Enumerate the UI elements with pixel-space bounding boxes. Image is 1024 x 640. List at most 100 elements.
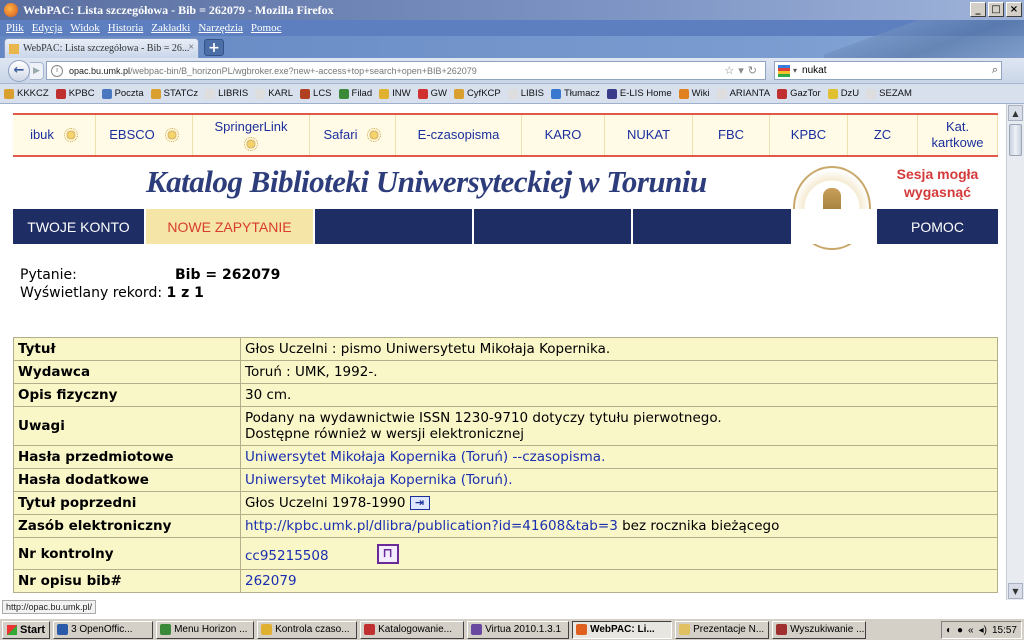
bookmark-filad[interactable]: Filad — [338, 88, 372, 99]
menu-view[interactable]: Widok — [70, 22, 100, 34]
link-karo[interactable]: KARO — [522, 115, 605, 155]
bookmark-arianta[interactable]: ARIANTA — [716, 88, 770, 99]
control-number-link[interactable]: cc95215508 — [245, 548, 329, 564]
bookmark-kkkcz[interactable]: KKKCZ — [4, 88, 49, 99]
link-nukat[interactable]: NUKAT — [605, 115, 693, 155]
app-icon — [160, 624, 172, 635]
nav-empty-slot — [315, 209, 474, 244]
taskbar-task[interactable]: Prezentacje N... — [675, 620, 770, 639]
tab-close-icon[interactable]: × — [188, 42, 194, 53]
scroll-down-icon[interactable]: ▼ — [1008, 583, 1023, 599]
menu-edit[interactable]: Edycja — [32, 22, 63, 34]
firefox-icon — [4, 3, 18, 17]
bookmark-libris[interactable]: LIBRIS — [205, 88, 248, 99]
tray-arrow-icon[interactable]: « — [968, 625, 974, 636]
bookmark-lcs[interactable]: LCS — [300, 88, 332, 99]
bookmark-icon — [678, 88, 689, 99]
tab-new-query[interactable]: NOWE ZAPYTANIE — [146, 209, 315, 244]
search-input[interactable]: nukat — [802, 65, 826, 76]
link-kpbc[interactable]: KPBC — [770, 115, 848, 155]
taskbar-task[interactable]: Wyszukiwanie ... — [772, 620, 867, 639]
taskbar-task[interactable]: Kontrola czaso... — [257, 620, 358, 639]
bookmark-e-lis-home[interactable]: E-LIS Home — [606, 88, 672, 99]
vertical-scrollbar[interactable]: ▲ ▼ — [1006, 104, 1024, 600]
query-label: Pytanie: — [20, 267, 77, 283]
subject-link[interactable]: Uniwersytet Mikołaja Kopernika (Toruń) -… — [245, 449, 605, 465]
bookmark-t-umacz[interactable]: Tłumacz — [550, 88, 600, 99]
menu-file[interactable]: Plik — [6, 22, 24, 34]
bookmark-kpbc[interactable]: KPBC — [55, 88, 95, 99]
arrow-right-icon[interactable]: ⇥ — [409, 496, 430, 510]
search-box[interactable]: ▾ nukat ⌕ — [774, 61, 1002, 80]
previous-title: Głos Uczelni 1978-1990 — [245, 495, 406, 511]
close-button[interactable]: × — [1006, 2, 1022, 17]
eresource-link[interactable]: http://kpbc.umk.pl/dlibra/publication?id… — [245, 518, 618, 534]
link-ibuk[interactable]: ibuk — [13, 115, 96, 155]
nav-seal-gap — [793, 209, 876, 244]
menu-help[interactable]: Pomoc — [251, 22, 282, 34]
scroll-thumb[interactable] — [1009, 124, 1022, 156]
browser-tab[interactable]: WebPAC: Lista szczegółowa - Bib = 26... … — [4, 38, 199, 58]
bookmark-sezam[interactable]: SEZAM — [866, 88, 912, 99]
tray-icon[interactable]: ◐ — [946, 625, 952, 636]
bookmark-dzu[interactable]: DzU — [827, 88, 859, 99]
help-button[interactable]: POMOC — [877, 209, 998, 244]
table-row: Wydawca Toruń : UMK, 1992-. — [13, 360, 998, 384]
new-tab-button[interactable]: + — [204, 39, 224, 56]
bookmark-gw[interactable]: GW — [417, 88, 447, 99]
start-button[interactable]: Start — [2, 620, 51, 639]
bookmark-inw[interactable]: INW — [379, 88, 411, 99]
url-bar[interactable]: i opac.bu.umk.pl /webpac-bin/B_horizonPL… — [46, 61, 766, 80]
taskbar-task[interactable]: Menu Horizon ... — [156, 620, 255, 639]
menu-tools[interactable]: Narzędzia — [198, 22, 243, 34]
menu-bookmarks[interactable]: Zakładki — [151, 22, 190, 34]
volume-icon[interactable]: ◂) — [979, 625, 987, 636]
note-line: Podany na wydawnictwie ISSN 1230-9710 do… — [245, 410, 722, 426]
link-springerlink[interactable]: SpringerLink — [193, 115, 310, 155]
taskbar: Start 3 OpenOffic... Menu Horizon ... Kont… — [0, 618, 1024, 640]
maximize-button[interactable]: □ — [988, 2, 1004, 17]
bookmark-gaztor[interactable]: GazTor — [777, 88, 821, 99]
back-button[interactable]: ← — [8, 59, 30, 82]
bib-number-link[interactable]: 262079 — [245, 573, 297, 589]
search-engine-dropdown-icon[interactable]: ▾ — [793, 66, 797, 75]
field-value: cc95215508 ⊓ — [240, 537, 998, 570]
field-label: Wydawca — [13, 360, 241, 384]
window-title: WebPAC: Lista szczegółowa - Bib = 262079… — [23, 2, 334, 17]
catalog-logo[interactable]: Katalog Biblioteki Uniwersyteckiej w Tor… — [146, 164, 707, 200]
menu-history[interactable]: Historia — [108, 22, 143, 34]
search-icon[interactable]: ⌕ — [992, 64, 998, 77]
query-value: Bib = 262079 — [175, 267, 281, 283]
field-value: Głos Uczelni 1978-1990 ⇥ — [240, 491, 998, 515]
link-zc[interactable]: ZC — [848, 115, 918, 155]
bookmark-libis[interactable]: LIBIS — [507, 88, 544, 99]
tab-my-account[interactable]: TWOJE KONTO — [13, 209, 146, 244]
marc-view-icon[interactable]: ⊓ — [376, 543, 399, 564]
minimize-button[interactable]: _ — [970, 2, 986, 17]
table-row: Uwagi Podany na wydawnictwie ISSN 1230-9… — [13, 406, 998, 446]
bookmark-poczta[interactable]: Poczta — [101, 88, 144, 99]
bookmark-star-icon[interactable]: ☆▾↻ — [724, 64, 761, 77]
scroll-up-icon[interactable]: ▲ — [1008, 105, 1023, 121]
link-e-czasopisma[interactable]: E-czasopisma — [396, 115, 522, 155]
field-value: Podany na wydawnictwie ISSN 1230-9710 do… — [240, 406, 998, 446]
bookmark-statcz[interactable]: STATCz — [150, 88, 198, 99]
link-ebsco[interactable]: EBSCO — [96, 115, 193, 155]
link-kat-kartkowe[interactable]: Kat. kartkowe — [918, 115, 998, 155]
google-icon[interactable] — [778, 64, 790, 77]
bookmark-cyfkcp[interactable]: CyfKCP — [453, 88, 501, 99]
taskbar-task[interactable]: Katalogowanie... — [360, 620, 465, 639]
taskbar-task[interactable]: WebPAC: Li... — [572, 620, 673, 639]
added-entry-link[interactable]: Uniwersytet Mikołaja Kopernika (Toruń). — [245, 472, 513, 488]
taskbar-task[interactable]: 3 OpenOffic... — [53, 620, 154, 639]
bookmark-icon — [716, 88, 727, 99]
field-value: Uniwersytet Mikołaja Kopernika (Toruń). — [240, 468, 998, 492]
link-fbc[interactable]: FBC — [693, 115, 770, 155]
bookmark-wiki[interactable]: Wiki — [678, 88, 710, 99]
tray-icon[interactable]: ● — [957, 625, 963, 636]
link-safari[interactable]: Safari — [310, 115, 396, 155]
forward-button[interactable]: ▶ — [30, 61, 44, 80]
bookmark-karl[interactable]: KARL — [255, 88, 293, 99]
taskbar-task[interactable]: Virtua 2010.1.3.1 — [467, 620, 570, 639]
site-identity-icon[interactable]: i — [51, 64, 63, 77]
